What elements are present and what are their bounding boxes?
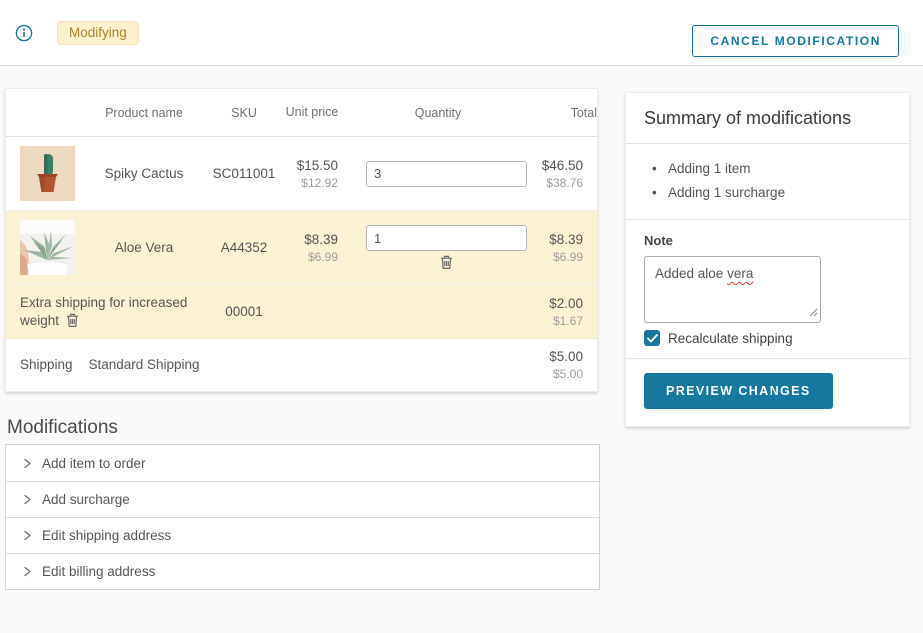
unit-price: $15.50 bbox=[284, 157, 338, 175]
product-image-spiky-cactus bbox=[20, 146, 75, 201]
product-image-aloe-vera bbox=[20, 220, 75, 275]
table-row-surcharge: Extra shipping for increased weight 0000… bbox=[6, 285, 597, 339]
column-header-quantity: Quantity bbox=[340, 106, 536, 120]
product-sku: A44352 bbox=[204, 239, 284, 257]
table-row-shipping: Shipping Standard Shipping $5.00 $5.00 bbox=[6, 339, 597, 391]
remove-aloe-vera-button[interactable] bbox=[439, 254, 454, 270]
row-total-secondary: $6.99 bbox=[536, 249, 583, 265]
accordion-item-label: Edit billing address bbox=[42, 564, 155, 579]
shipping-label: Shipping bbox=[6, 356, 84, 374]
surcharge-total-secondary: $1.67 bbox=[536, 313, 583, 329]
cancel-modification-button[interactable]: CANCEL MODIFICATION bbox=[692, 25, 899, 57]
accordion-edit-billing-address[interactable]: Edit billing address bbox=[6, 553, 599, 589]
checkbox-checked-icon[interactable] bbox=[644, 330, 660, 346]
unit-price-secondary: $12.92 bbox=[284, 175, 338, 191]
note-text-misspelled: vera bbox=[727, 266, 753, 281]
table-row-aloe-vera: Aloe Vera A44352 $8.39 $6.99 bbox=[6, 211, 597, 285]
row-total: $8.39 bbox=[536, 231, 583, 249]
accordion-item-label: Add surcharge bbox=[42, 492, 130, 507]
remove-surcharge-button[interactable] bbox=[65, 312, 80, 328]
table-row-spiky-cactus: Spiky Cactus SC011001 $15.50 $12.92 $46.… bbox=[6, 137, 597, 211]
order-items-table: Product name SKU Unit price Quantity Tot… bbox=[5, 88, 598, 392]
chevron-right-icon bbox=[23, 566, 32, 577]
summary-title: Summary of modifications bbox=[626, 93, 909, 143]
preview-changes-button[interactable]: PREVIEW CHANGES bbox=[644, 373, 833, 409]
column-header-unit-price: Unit price bbox=[284, 105, 340, 120]
surcharge-label: Extra shipping for increased weight bbox=[20, 295, 187, 328]
info-icon[interactable] bbox=[15, 24, 33, 42]
accordion-edit-shipping-address[interactable]: Edit shipping address bbox=[6, 517, 599, 553]
summary-of-modifications-panel: Summary of modifications Adding 1 item A… bbox=[625, 92, 910, 427]
accordion-item-label: Add item to order bbox=[42, 456, 146, 471]
shipping-total: $5.00 bbox=[536, 348, 583, 366]
recalculate-shipping-checkbox-row[interactable]: Recalculate shipping bbox=[644, 330, 891, 346]
table-header-row: Product name SKU Unit price Quantity Tot… bbox=[6, 89, 597, 137]
product-sku: SC011001 bbox=[204, 165, 284, 183]
product-name: Aloe Vera bbox=[84, 239, 204, 257]
unit-price-secondary: $6.99 bbox=[284, 249, 338, 265]
chevron-right-icon bbox=[23, 494, 32, 505]
column-header-total: Total bbox=[536, 106, 597, 120]
summary-items-list: Adding 1 item Adding 1 surcharge bbox=[626, 144, 909, 219]
surcharge-sku: 00001 bbox=[204, 303, 284, 321]
row-total: $46.50 bbox=[536, 157, 583, 175]
modifications-title: Modifications bbox=[7, 417, 118, 439]
summary-actions-section: PREVIEW CHANGES bbox=[626, 358, 909, 426]
surcharge-total: $2.00 bbox=[536, 295, 583, 313]
note-label: Note bbox=[644, 233, 891, 248]
trash-icon bbox=[65, 312, 80, 328]
trash-icon bbox=[439, 254, 454, 270]
row-total-secondary: $38.76 bbox=[536, 175, 583, 191]
accordion-add-surcharge[interactable]: Add surcharge bbox=[6, 481, 599, 517]
summary-items-section: Adding 1 item Adding 1 surcharge bbox=[626, 143, 909, 219]
shipping-method: Standard Shipping bbox=[84, 356, 204, 374]
recalculate-shipping-label: Recalculate shipping bbox=[668, 331, 793, 346]
note-section: Note Added aloe vera Recalcul bbox=[626, 219, 909, 358]
note-textarea[interactable]: Added aloe vera bbox=[644, 256, 821, 323]
order-modification-page: Modifying CANCEL MODIFICATION Product na… bbox=[0, 0, 923, 633]
chevron-right-icon bbox=[23, 530, 32, 541]
summary-item: Adding 1 surcharge bbox=[652, 181, 891, 205]
accordion-item-label: Edit shipping address bbox=[42, 528, 171, 543]
chevron-right-icon bbox=[23, 458, 32, 469]
shipping-total-secondary: $5.00 bbox=[536, 366, 583, 382]
textarea-resize-handle[interactable] bbox=[808, 305, 818, 320]
top-bar: Modifying CANCEL MODIFICATION bbox=[0, 0, 923, 66]
summary-item: Adding 1 item bbox=[652, 157, 891, 181]
quantity-input-aloe-vera[interactable] bbox=[366, 225, 527, 251]
column-header-product-name: Product name bbox=[84, 106, 204, 120]
note-text: Added aloe bbox=[655, 266, 727, 281]
column-header-sku: SKU bbox=[204, 106, 284, 120]
modifications-accordion: Add item to order Add surcharge Edit shi… bbox=[5, 444, 600, 590]
accordion-add-item-to-order[interactable]: Add item to order bbox=[6, 445, 599, 481]
status-badge: Modifying bbox=[57, 21, 139, 45]
product-name: Spiky Cactus bbox=[84, 165, 204, 183]
unit-price: $8.39 bbox=[284, 231, 338, 249]
quantity-input-spiky-cactus[interactable] bbox=[366, 161, 527, 187]
